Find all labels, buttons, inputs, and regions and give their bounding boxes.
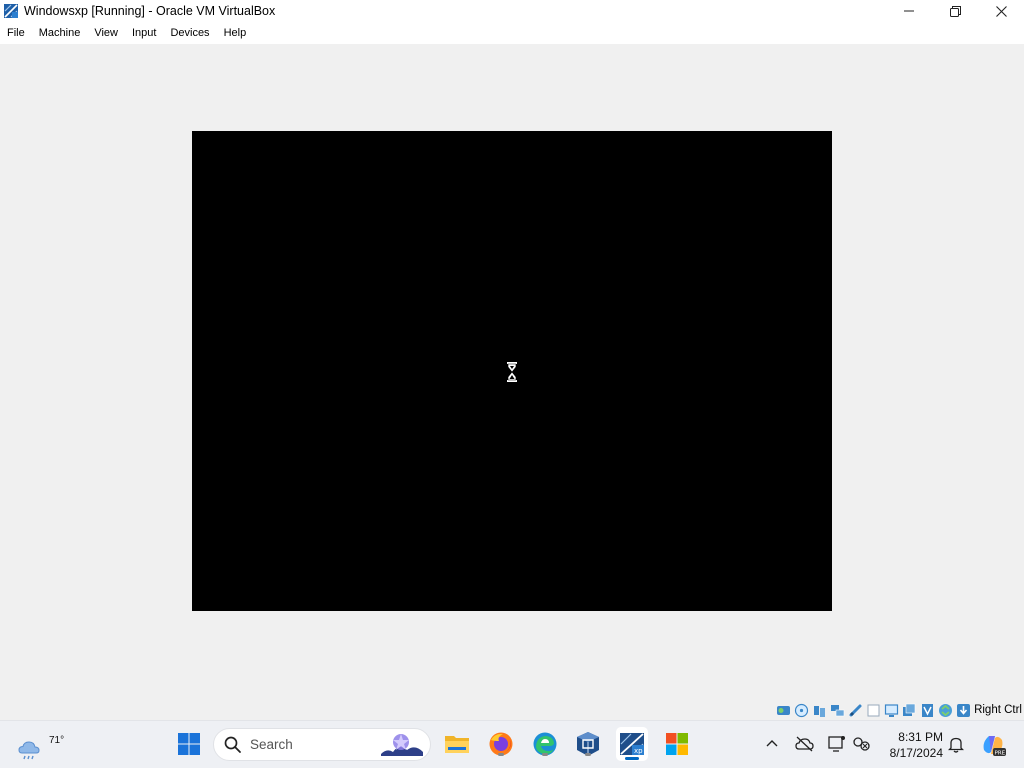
search-highlight-icon (377, 731, 427, 758)
keyboard-icon[interactable] (955, 702, 971, 718)
menu-devices[interactable]: Devices (163, 22, 216, 44)
firefox-button[interactable] (486, 729, 516, 759)
weather-temperature: 71° (49, 735, 65, 746)
restore-button[interactable] (932, 0, 978, 22)
mouse-integration-icon[interactable] (937, 702, 953, 718)
network-icon[interactable] (829, 702, 845, 718)
virtualbox-button[interactable] (573, 729, 603, 759)
minimize-icon (904, 10, 914, 12)
menu-machine[interactable]: Machine (32, 22, 88, 44)
hard-disk-icon[interactable] (775, 702, 791, 718)
menu-view[interactable]: View (87, 22, 125, 44)
edge-running-indicator (542, 753, 548, 756)
menu-bar: File Machine View Input Devices Help (0, 22, 1024, 44)
start-button[interactable] (174, 729, 204, 759)
microsoft-store-button[interactable] (662, 729, 692, 759)
taskbar-search[interactable]: Search (213, 728, 431, 761)
title-bar[interactable]: Windowsxp [Running] - Oracle VM VirtualB… (0, 0, 1024, 22)
weather-cloud-icon (18, 741, 40, 760)
svg-text:PRE: PRE (995, 751, 1006, 757)
start-icon (178, 733, 200, 755)
menu-file[interactable]: File (0, 22, 32, 44)
windows-taskbar: 71° Search xp 8:31 PM 8/17/2024 PRE (0, 720, 1024, 768)
hourglass-cursor-icon (507, 362, 517, 382)
host-key-label: Right Ctrl (974, 704, 1022, 716)
taskbar-clock[interactable]: 8:31 PM 8/17/2024 (877, 729, 943, 761)
menu-help[interactable]: Help (217, 22, 254, 44)
weather-widget[interactable]: 71° (16, 727, 64, 763)
usb-icon[interactable] (847, 702, 863, 718)
firefox-running-indicator (498, 753, 504, 756)
window-title: Windowsxp [Running] - Oracle VM VirtualB… (24, 4, 276, 18)
edge-button[interactable] (530, 729, 560, 759)
file-explorer-icon (445, 736, 469, 753)
notification-bell-icon[interactable] (948, 736, 964, 753)
svg-text:xp: xp (634, 747, 643, 755)
copilot-icon[interactable]: PRE (980, 732, 1006, 758)
show-hidden-icons-icon[interactable] (764, 736, 780, 752)
audio-icon[interactable] (811, 702, 827, 718)
restore-icon (949, 5, 961, 17)
virtualbox-vm-active-indicator (625, 757, 639, 760)
onedrive-offline-icon[interactable] (795, 736, 814, 752)
display-tray-icon[interactable] (828, 735, 846, 753)
optical-drive-icon[interactable] (793, 702, 809, 718)
vm-status-bar: Right Ctrl (0, 700, 1024, 720)
search-icon (224, 736, 241, 753)
virtualbox-running-indicator (585, 753, 591, 756)
microsoft-store-icon (666, 733, 688, 755)
network-tray-icon[interactable] (853, 736, 871, 752)
shared-folders-icon[interactable] (865, 702, 881, 718)
virtualbox-window: Windowsxp [Running] - Oracle VM VirtualB… (0, 0, 1024, 720)
clock-time: 8:31 PM (898, 730, 943, 744)
search-placeholder: Search (250, 737, 293, 752)
minimize-button[interactable] (886, 0, 932, 22)
virtualbox-app-icon[interactable] (3, 3, 19, 19)
virtualbox-vm-icon: xp (620, 733, 644, 755)
virtualbox-vm-button[interactable]: xp (616, 727, 648, 761)
menu-input[interactable]: Input (125, 22, 163, 44)
recording-icon[interactable] (901, 702, 917, 718)
cpu-icon[interactable] (919, 702, 935, 718)
display-icon[interactable] (883, 702, 899, 718)
vm-display[interactable] (192, 131, 832, 611)
file-explorer-button[interactable] (442, 729, 472, 759)
clock-date: 8/17/2024 (889, 746, 943, 760)
close-icon (995, 5, 1007, 17)
close-button[interactable] (978, 0, 1024, 22)
